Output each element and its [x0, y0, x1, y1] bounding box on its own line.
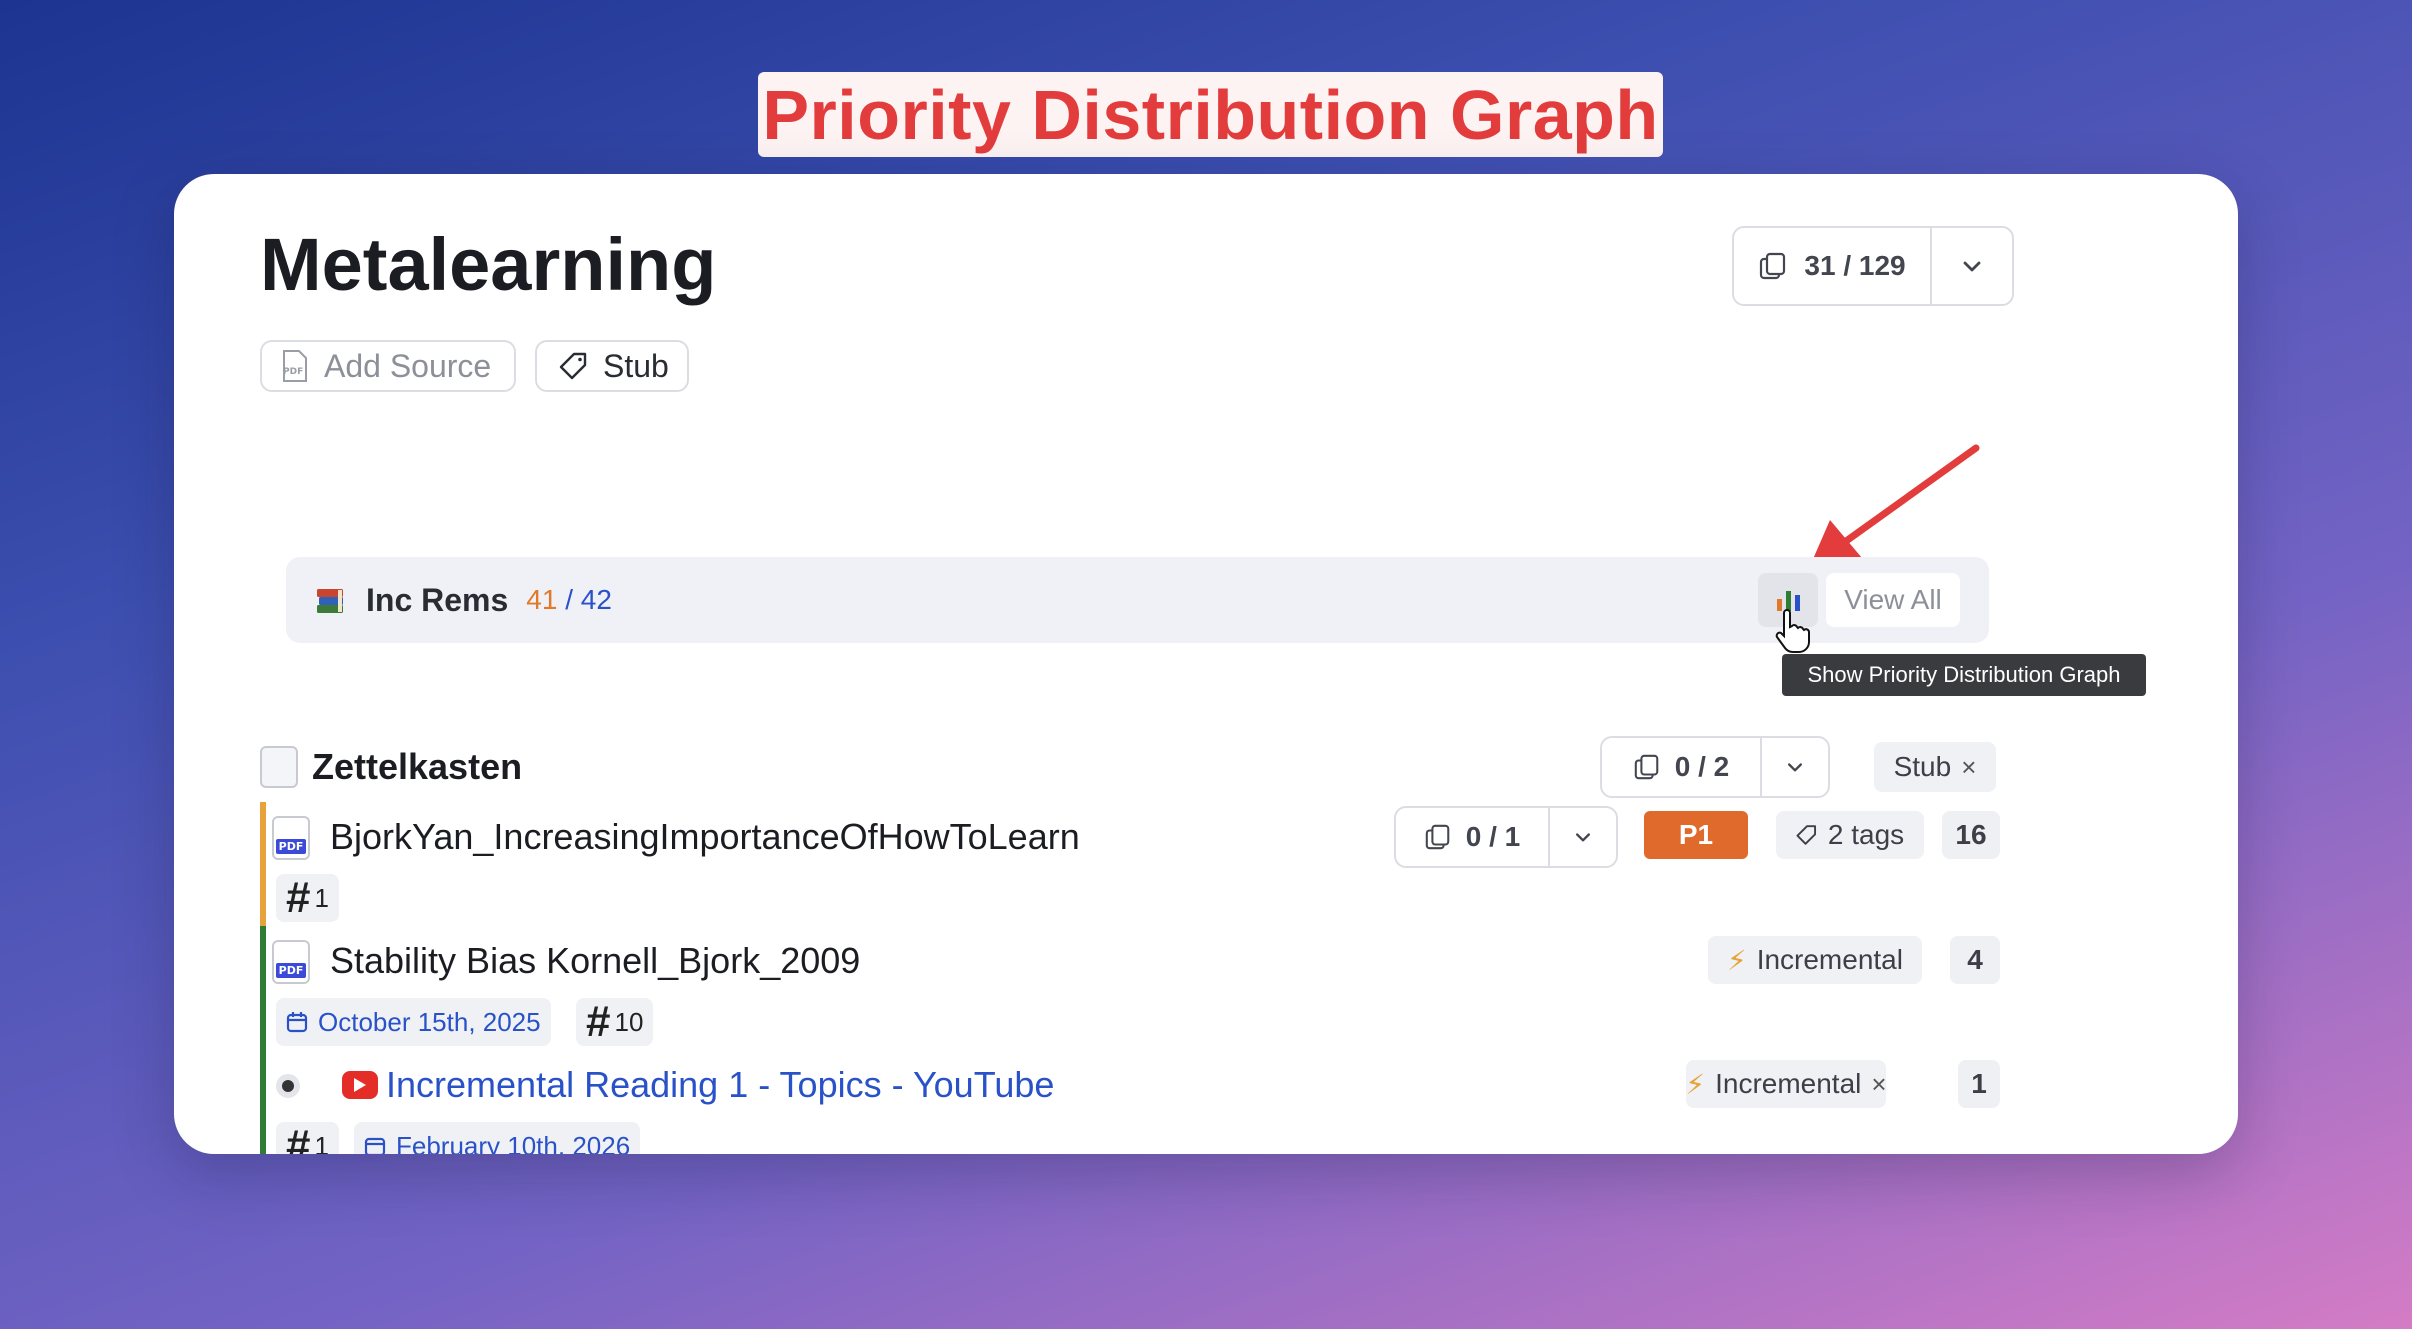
card-counter-dropdown[interactable]: 31 / 129: [1732, 226, 2014, 306]
svg-text:PDF: PDF: [283, 367, 303, 377]
folder-counter-dropdown[interactable]: 0 / 2: [1600, 736, 1830, 798]
books-icon: [317, 589, 343, 613]
pdf-icon: PDF: [283, 350, 307, 382]
priority-bar-orange: [260, 802, 266, 926]
item-counter-dropdown[interactable]: 0 / 1: [1394, 806, 1618, 868]
chevron-down-icon[interactable]: [1762, 738, 1828, 796]
card-counter-value: 31 / 129: [1804, 250, 1906, 281]
card-counter[interactable]: 31 / 129: [1734, 228, 1932, 304]
item-count: 1: [1958, 1060, 2000, 1108]
tag-icon: [1796, 825, 1816, 845]
inc-rems-label: Inc Rems: [366, 581, 509, 618]
type-label: Incremental: [1715, 1068, 1862, 1099]
arrow-annotation-icon: [1810, 444, 1980, 566]
type-badge: ⚡ Incremental: [1708, 936, 1922, 984]
youtube-link[interactable]: Incremental Reading 1 - Topics - YouTube: [386, 1060, 1054, 1110]
hash-value: 10: [614, 1006, 644, 1037]
view-all-button[interactable]: View All: [1826, 573, 1960, 627]
close-icon[interactable]: ×: [1871, 1069, 1886, 1100]
document-card: Metalearning PDF Add Source Stub 31 / 12…: [174, 174, 2238, 1154]
folder-counter[interactable]: 0 / 2: [1602, 738, 1762, 796]
folder-counter-value: 0 / 2: [1674, 751, 1730, 782]
inc-rems-bar: Inc Rems 41 / 42 View All: [286, 557, 1989, 653]
hash-icon: #: [586, 997, 611, 1046]
tags-button[interactable]: 2 tags: [1776, 811, 1924, 859]
inc-rems-done: 41: [526, 584, 558, 615]
chevron-down-icon[interactable]: [1550, 808, 1616, 866]
priority-bar-green: [260, 926, 266, 1154]
date-badge[interactable]: February 10th, 2026: [354, 1122, 641, 1155]
date-label: February 10th, 2026: [396, 1130, 631, 1155]
priority-graph-tooltip: Show Priority Distribution Graph: [1782, 654, 2146, 696]
date-badge[interactable]: October 15th, 2025: [276, 998, 551, 1046]
bar-chart-icon-bar: [1785, 591, 1791, 611]
folder-stub-label: Stub: [1893, 751, 1952, 782]
bullet-dot: [282, 1080, 294, 1092]
youtube-icon: [342, 1071, 378, 1099]
stub-tag-button[interactable]: Stub: [535, 340, 689, 392]
priority-badge[interactable]: P1: [1644, 811, 1748, 859]
item-count: 4: [1950, 936, 2000, 984]
add-source-label: Add Source: [324, 347, 492, 384]
banner-title: Priority Distribution Graph: [758, 72, 1663, 157]
chevron-down-icon[interactable]: [1932, 228, 2012, 304]
inc-rems-count: 41 / 42: [526, 584, 612, 616]
folder-title[interactable]: Zettelkasten: [312, 746, 522, 788]
hash-reference[interactable]: # 10: [576, 997, 654, 1046]
type-badge: ⚡ Incremental ×: [1685, 1060, 1887, 1108]
item-title[interactable]: Stability Bias Kornell_Bjork_2009: [330, 936, 860, 986]
item-counter-value: 0 / 1: [1465, 821, 1521, 852]
folder-stub-tag: Stub ×: [1874, 742, 1996, 792]
item-counter[interactable]: 0 / 1: [1396, 808, 1550, 866]
page-title: Metalearning: [260, 223, 717, 306]
lightning-icon: ⚡: [1685, 1068, 1706, 1100]
hash-icon: #: [286, 1121, 311, 1154]
bullet-icon[interactable]: [276, 1074, 300, 1098]
hash-value: 1: [314, 1130, 329, 1155]
item-title[interactable]: BjorkYan_IncreasingImportanceOfHowToLear…: [330, 812, 1080, 862]
hash-reference[interactable]: # 1: [276, 1121, 339, 1155]
tag-icon: [559, 352, 587, 380]
calendar-icon: [364, 1137, 386, 1154]
add-source-button[interactable]: PDF Add Source: [260, 340, 516, 392]
document-icon: [260, 746, 298, 788]
lightning-icon: ⚡: [1727, 944, 1747, 976]
hash-value: 1: [314, 882, 329, 913]
tags-count: 2 tags: [1827, 819, 1905, 850]
hash-icon: #: [286, 873, 311, 922]
item-count: 16: [1942, 811, 2000, 859]
type-label: Incremental: [1756, 944, 1903, 975]
inc-rems-sep: /: [557, 584, 581, 615]
pdf-file-icon: PDF: [272, 816, 310, 860]
stub-tag-label: Stub: [603, 347, 669, 384]
pdf-file-icon: PDF: [272, 940, 310, 984]
cards-icon: [1634, 754, 1659, 780]
hand-cursor-icon: [1775, 609, 1810, 653]
cards-icon: [1760, 252, 1786, 280]
calendar-icon: [286, 1012, 308, 1033]
inc-rems-total: 42: [580, 584, 612, 615]
date-label: October 15th, 2025: [318, 1006, 541, 1037]
close-icon[interactable]: ×: [1961, 752, 1976, 783]
play-icon: [354, 1078, 366, 1092]
hash-reference[interactable]: # 1: [276, 873, 339, 922]
cards-icon: [1425, 824, 1450, 850]
